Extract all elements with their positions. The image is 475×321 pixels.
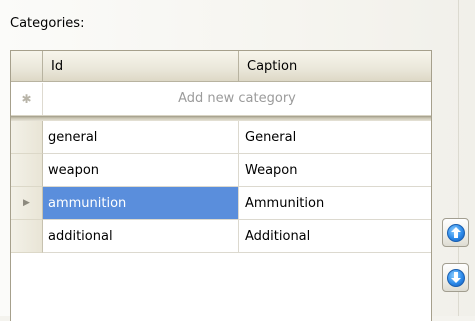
row-selector[interactable]: ▶ (11, 187, 43, 220)
cell-caption[interactable]: General (239, 121, 431, 154)
table-row[interactable]: additional Additional (11, 220, 431, 253)
row-selector[interactable] (11, 220, 43, 253)
move-down-button[interactable] (442, 263, 469, 292)
cell-id[interactable]: weapon (43, 154, 239, 187)
cell-id[interactable]: general (43, 121, 239, 154)
cell-caption[interactable]: Weapon (239, 154, 431, 187)
move-up-button[interactable] (442, 218, 469, 247)
table-row[interactable]: general General (11, 121, 431, 154)
add-new-row[interactable]: ✱ Add new category (11, 83, 431, 116)
table-row[interactable]: weapon Weapon (11, 154, 431, 187)
cell-id[interactable]: additional (43, 220, 239, 253)
current-row-arrow-icon: ▶ (23, 198, 30, 208)
header-row-selector[interactable] (11, 51, 43, 82)
column-header-id[interactable]: Id (43, 51, 239, 82)
column-header-caption[interactable]: Caption (239, 51, 431, 82)
cell-caption[interactable]: Additional (239, 220, 431, 253)
grid-header: Id Caption (11, 51, 431, 83)
row-selector[interactable] (11, 121, 43, 154)
table-row-selected[interactable]: ▶ ammunition Ammunition (11, 187, 431, 220)
categories-label: Categories: (10, 16, 85, 31)
categories-panel: Categories: Id Caption ✱ Add new categor… (0, 0, 475, 321)
arrow-up-icon (446, 223, 465, 242)
new-row-star-icon: ✱ (21, 92, 32, 106)
cell-caption[interactable]: Ammunition (239, 187, 431, 220)
arrow-down-icon (446, 268, 465, 287)
add-new-category-placeholder[interactable]: Add new category (43, 83, 431, 115)
new-row-marker: ✱ (11, 83, 43, 115)
cell-id[interactable]: ammunition (43, 187, 239, 220)
row-selector[interactable] (11, 154, 43, 187)
grid-rows: general General weapon Weapon ▶ ammuniti… (11, 121, 431, 253)
categories-grid[interactable]: Id Caption ✱ Add new category general Ge… (10, 50, 432, 321)
